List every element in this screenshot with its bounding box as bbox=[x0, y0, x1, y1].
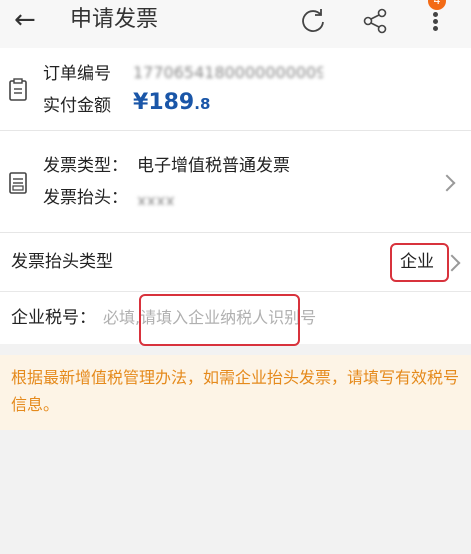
back-arrow-icon[interactable]: ← bbox=[14, 4, 36, 36]
document-list-icon bbox=[9, 78, 27, 101]
amount-label: 实付金额 bbox=[43, 96, 111, 116]
share-icon[interactable] bbox=[360, 6, 390, 36]
invoice-icon bbox=[9, 172, 27, 194]
page-title: 申请发票 bbox=[70, 7, 159, 32]
tax-id-row: 企业税号： 必填,请填入企业纳税人识别号 bbox=[0, 292, 471, 346]
header-type-row[interactable]: 发票抬头类型 企业 bbox=[0, 233, 471, 292]
notice-text: 根据最新增值税管理办法，如需企业抬头发票，请填写有效税号信息。 bbox=[11, 368, 460, 414]
invoice-type-value: 电子增值税普通发票 bbox=[137, 156, 290, 176]
invoice-info-section[interactable]: 发票类型： 电子增值税普通发票 发票抬头： xxxx bbox=[0, 131, 471, 233]
invoice-header-value-blurred: xxxx bbox=[137, 191, 175, 205]
refresh-icon[interactable] bbox=[298, 6, 328, 36]
order-number-label: 订单编号 bbox=[43, 64, 111, 84]
highlight-box-header-type bbox=[390, 243, 449, 282]
invoice-type-label: 发票类型： bbox=[43, 156, 128, 176]
order-info-section: 订单编号 1770654180000000009 实付金额 ¥189.8 bbox=[0, 48, 471, 131]
app-header: ← 申请发票 4 bbox=[0, 0, 471, 48]
more-vertical-icon[interactable] bbox=[424, 6, 448, 36]
invoice-header-label: 发票抬头： bbox=[43, 188, 128, 208]
paid-amount: ¥189.8 bbox=[133, 90, 211, 115]
order-number-value-blurred: 1770654180000000009 bbox=[133, 63, 323, 81]
chevron-right-icon bbox=[438, 174, 456, 192]
highlight-box-tax-id bbox=[139, 294, 300, 346]
header-type-label: 发票抬头类型 bbox=[11, 252, 113, 272]
tax-id-label: 企业税号： bbox=[11, 308, 96, 328]
tax-notice-banner: 根据最新增值税管理办法，如需企业抬头发票，请填写有效税号信息。 bbox=[0, 355, 471, 430]
